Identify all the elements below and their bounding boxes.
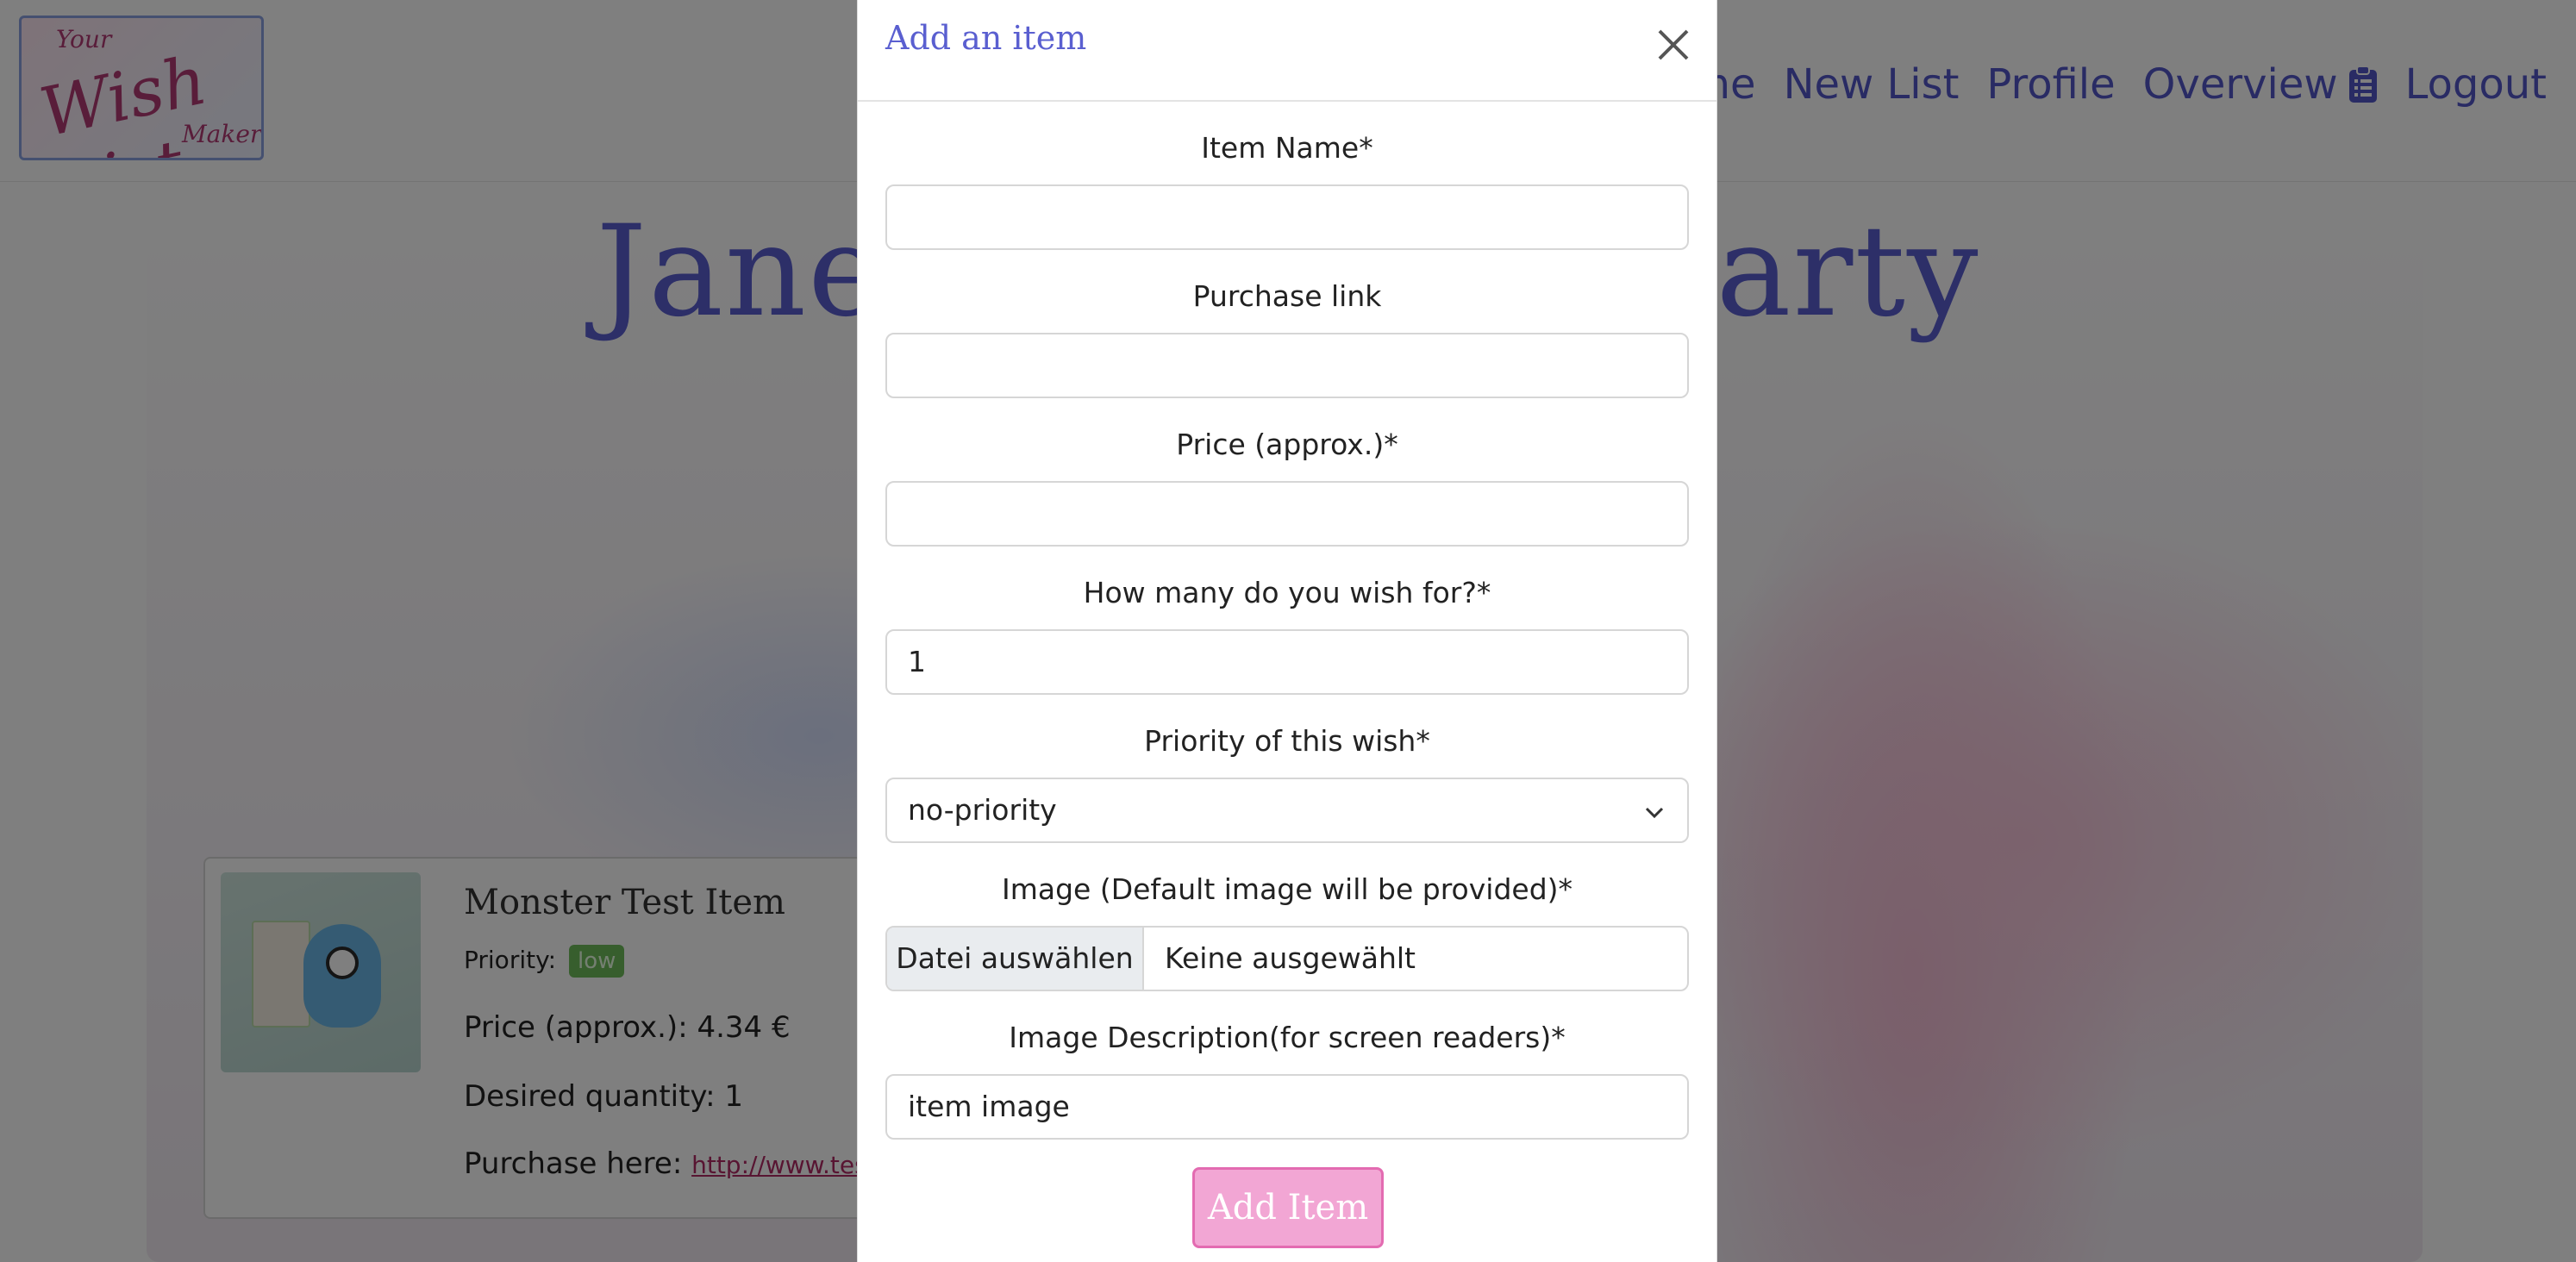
add-item-modal: Add an item Item Name* Purchase link Pri… [857, 0, 1717, 1262]
chevron-down-icon [1645, 807, 1664, 819]
modal-title: Add an item [885, 19, 1087, 57]
item-name-label: Item Name* [1201, 131, 1373, 165]
close-icon[interactable] [1654, 26, 1692, 64]
image-file-input[interactable]: Datei auswählen Keine ausgewählt [885, 926, 1689, 991]
add-item-button[interactable]: Add Item [1192, 1167, 1384, 1248]
image-description-label: Image Description(for screen readers)* [1009, 1021, 1566, 1054]
modal-header: Add an item [858, 0, 1716, 102]
file-status: Keine ausgewählt [1165, 941, 1416, 975]
priority-select-value: no-priority [908, 793, 1057, 827]
image-description-input[interactable]: item image [885, 1074, 1689, 1140]
quantity-input[interactable]: 1 [885, 629, 1689, 695]
purchase-link-label: Purchase link [1192, 279, 1382, 313]
price-label: Price (approx.)* [1176, 428, 1398, 461]
price-input[interactable] [885, 481, 1689, 547]
priority-label: Priority of this wish* [1144, 724, 1430, 758]
priority-select[interactable]: no-priority [885, 778, 1689, 843]
quantity-label: How many do you wish for?* [1083, 576, 1491, 609]
item-name-input[interactable] [885, 184, 1689, 250]
purchase-link-input[interactable] [885, 333, 1689, 398]
image-label: Image (Default image will be provided)* [1001, 872, 1573, 906]
choose-file-button[interactable]: Datei auswählen [887, 928, 1144, 990]
